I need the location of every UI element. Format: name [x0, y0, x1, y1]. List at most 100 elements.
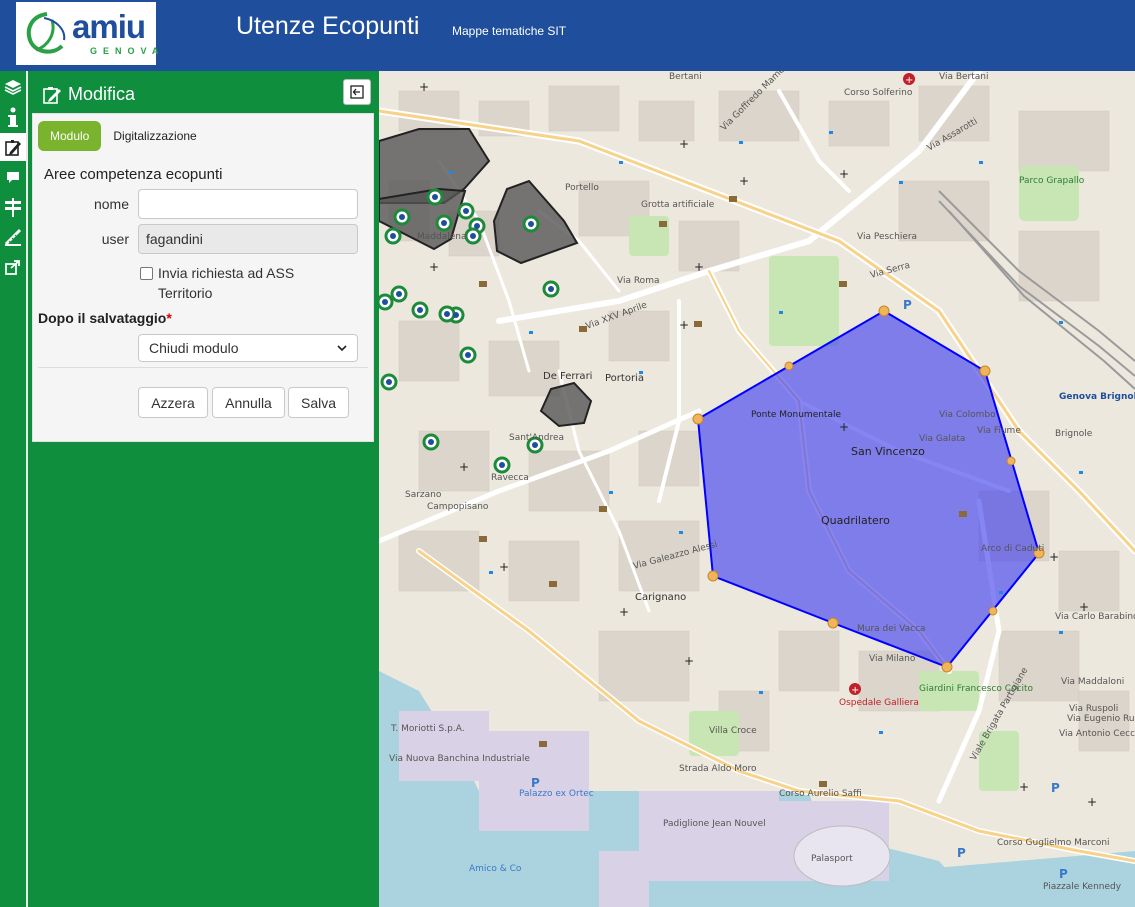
map-view[interactable]: + + + + + + + + + + + + + + + + PPPPP + + Bertan…	[379, 71, 1135, 907]
map-label: Grotta artificiale	[641, 200, 715, 210]
svg-text:P: P	[1051, 781, 1060, 795]
map-label: Campopisano	[427, 502, 489, 512]
map-label: Giardini Francesco Cocito	[919, 684, 1034, 694]
tab-digitalizzazione[interactable]: Digitalizzazione	[101, 121, 208, 151]
share-icon	[5, 260, 20, 275]
map-label: Mura dei Vacca	[857, 624, 926, 634]
map-label: Ravecca	[491, 473, 529, 483]
map-label: Via Maddaloni	[1061, 677, 1124, 687]
info-icon	[8, 107, 18, 127]
left-toolbar	[0, 71, 26, 907]
map-label: Corso Solferino	[844, 88, 913, 98]
panel-header: Modifica	[42, 81, 135, 107]
nome-input[interactable]	[138, 189, 358, 219]
amiu-logo[interactable]: amiu GENOVA	[16, 2, 158, 65]
after-save-select-value: Chiudi modulo	[149, 340, 239, 356]
required-mark: *	[166, 310, 172, 326]
panel-title: Modifica	[68, 83, 136, 104]
svg-text:+: +	[499, 560, 509, 574]
map-label: Via Galata	[919, 434, 965, 444]
map-label: Maddalena	[417, 232, 466, 242]
info-button[interactable]	[0, 104, 26, 132]
edit-button[interactable]	[0, 133, 26, 161]
map-label: Via Roma	[617, 276, 659, 286]
map-label: Genova Brignole	[1059, 392, 1135, 402]
map-label: Arco di Caduti	[981, 544, 1044, 554]
map-label: Via Milano	[869, 654, 916, 664]
app-title: Utenze Ecopunti	[236, 12, 420, 40]
map-label: Via Nuova Banchina Industriale	[389, 754, 530, 764]
measure-button[interactable]	[0, 223, 26, 251]
map-label: Sarzano	[405, 490, 442, 500]
svg-text:+: +	[619, 605, 629, 619]
edit-panel: Modifica Modulo Digitalizzazione Aree co…	[28, 71, 379, 907]
form-separator	[38, 367, 368, 368]
map-label: Parco Grapallo	[1019, 176, 1085, 186]
map-label: Portoria	[605, 373, 644, 384]
save-button[interactable]: Salva	[288, 387, 349, 418]
map-label: Bertani	[669, 72, 702, 82]
svg-text:+: +	[839, 167, 849, 181]
send-request-label[interactable]: Invia richiesta ad ASS Territorio	[158, 263, 328, 303]
map-label: Palasport	[811, 854, 853, 864]
svg-text:+: +	[459, 460, 469, 474]
svg-text:+: +	[839, 420, 849, 434]
comment-button[interactable]	[0, 163, 26, 191]
tab-modulo[interactable]: Modulo	[38, 121, 102, 151]
map-label: T. Moriotti S.p.A.	[390, 724, 465, 734]
svg-text:P: P	[957, 846, 966, 860]
svg-text:+: +	[1087, 795, 1097, 809]
svg-text:+: +	[739, 174, 749, 188]
svg-text:+: +	[694, 260, 704, 274]
map-label: Padiglione Jean Nouvel	[663, 819, 766, 829]
user-field: fagandini	[138, 224, 358, 254]
map-label: Via Ruspoli	[1069, 704, 1118, 714]
map-label: Corso Aurelio Saffi	[779, 789, 862, 799]
map-label: Ponte Monumentale	[751, 410, 841, 420]
map-label: Via Fiume	[977, 426, 1021, 436]
edit-form-icon	[43, 87, 61, 104]
map-label: Piazzale Kennedy	[1043, 882, 1122, 892]
map-label: Corso Guglielmo Marconi	[997, 838, 1110, 848]
map-label: Carignano	[635, 592, 686, 603]
layers-icon	[4, 80, 22, 95]
map-label: Ospedale Galliera	[839, 698, 919, 708]
svg-text:+: +	[684, 654, 694, 668]
map-label: San Vincenzo	[851, 445, 925, 458]
share-button[interactable]	[0, 253, 26, 281]
measure-icon	[4, 228, 22, 246]
map-label: Via Peschiera	[857, 232, 917, 242]
reset-button[interactable]: Azzera	[138, 387, 208, 418]
svg-text:+: +	[1019, 780, 1029, 794]
layers-button[interactable]	[0, 73, 26, 101]
send-request-checkbox[interactable]	[140, 267, 153, 280]
map-label: Quadrilatero	[821, 514, 890, 527]
svg-text:+: +	[419, 80, 429, 94]
map-label: Via Eugenio Ruspoli	[1067, 714, 1135, 724]
form-tabs: Modulo Digitalizzazione	[38, 120, 209, 152]
map-label: Villa Croce	[709, 726, 757, 736]
svg-text:+: +	[679, 318, 689, 332]
svg-text:P: P	[1059, 867, 1068, 881]
signpost-icon	[5, 198, 21, 217]
nome-label: nome	[93, 196, 129, 212]
logo-swirl-icon	[26, 12, 66, 54]
map-canvas[interactable]: ++ ++ + + ++ ++ ++ ++ ++ PP PPP + + Bertan…	[379, 71, 1135, 907]
map-label: Amico & Co	[469, 864, 522, 874]
svg-text:+: +	[679, 137, 689, 151]
logo-subtext: GENOVA	[90, 46, 165, 56]
edit-icon	[5, 140, 21, 156]
cancel-button[interactable]: Annulla	[212, 387, 285, 418]
signpost-button[interactable]	[0, 193, 26, 221]
map-label: Strada Aldo Moro	[679, 764, 757, 774]
map-label: Brignole	[1055, 429, 1093, 439]
app-header: amiu GENOVA Utenze Ecopunti Mappe temati…	[0, 0, 1135, 71]
collapse-panel-button[interactable]	[343, 79, 371, 105]
svg-text:+: +	[1049, 550, 1059, 564]
after-save-select[interactable]: Chiudi modulo	[138, 334, 358, 362]
user-label: user	[101, 231, 129, 247]
map-label: Palazzo ex Ortec	[519, 789, 594, 799]
form-container: Modulo Digitalizzazione Aree competenza …	[32, 113, 374, 442]
map-label: Via Antonio Cecchi	[1059, 729, 1135, 739]
after-save-label: Dopo il salvataggio*	[38, 310, 172, 326]
